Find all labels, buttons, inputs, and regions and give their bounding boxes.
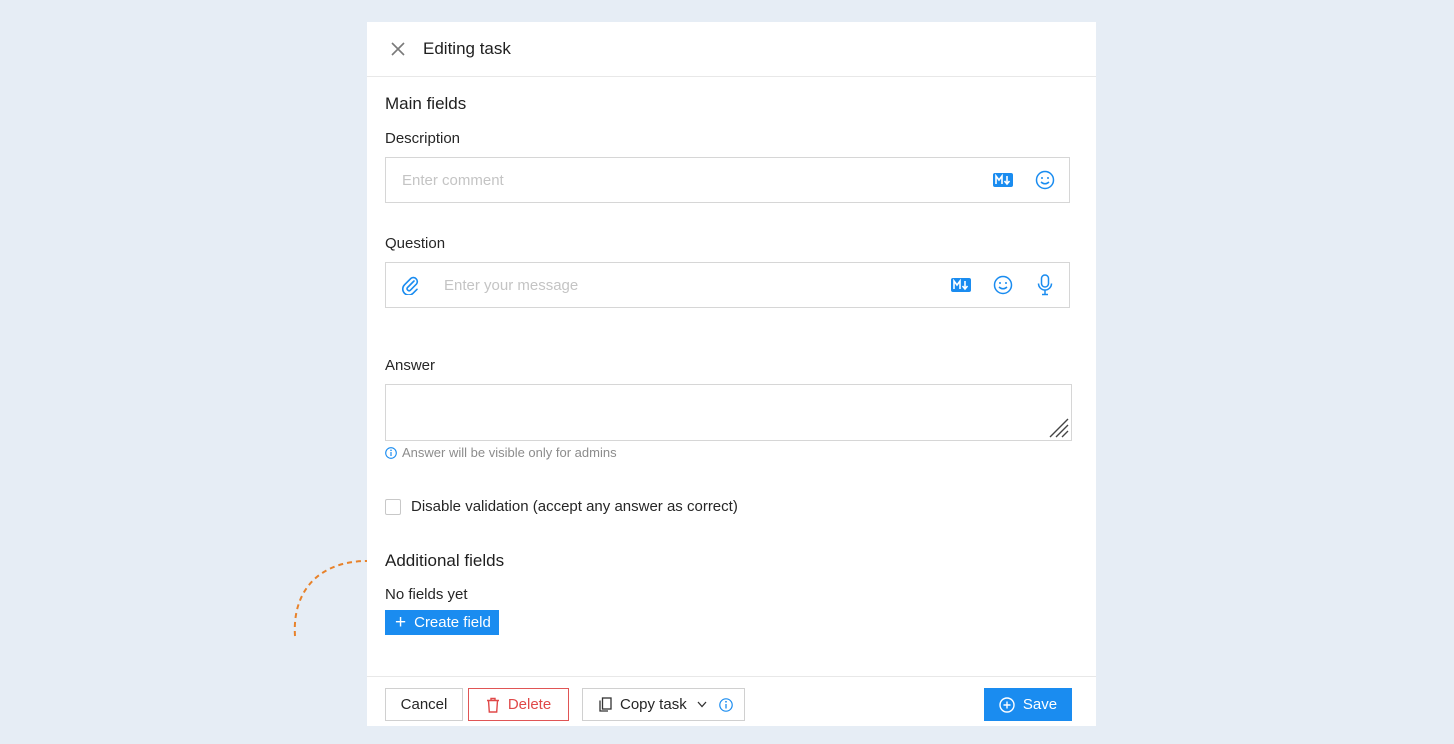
attach-button[interactable] xyxy=(398,273,422,297)
description-input[interactable] xyxy=(400,170,991,190)
info-icon xyxy=(385,446,397,459)
answer-hint-text: Answer will be visible only for admins xyxy=(402,445,617,460)
cancel-button[interactable]: Cancel xyxy=(385,688,463,721)
delete-label: Delete xyxy=(507,696,552,713)
answer-label: Answer xyxy=(385,357,436,374)
description-field-wrapper xyxy=(385,157,1070,203)
question-markdown-button[interactable] xyxy=(949,273,973,297)
panel-header: Editing task xyxy=(367,22,1096,77)
question-label: Question xyxy=(385,235,446,252)
chevron-down-icon[interactable] xyxy=(697,701,707,708)
question-input[interactable] xyxy=(442,275,949,295)
copy-icon xyxy=(599,697,612,712)
additional-fields-title: Additional fields xyxy=(385,551,505,570)
markdown-icon xyxy=(993,173,1013,187)
copy-task-button[interactable]: Copy task xyxy=(582,688,745,721)
copy-task-label: Copy task xyxy=(620,696,687,713)
delete-button[interactable]: Delete xyxy=(468,688,569,721)
create-field-label: Create field xyxy=(414,614,491,631)
question-field-wrapper xyxy=(385,262,1070,308)
cancel-label: Cancel xyxy=(400,696,448,713)
close-button[interactable] xyxy=(389,40,407,58)
description-markdown-button[interactable] xyxy=(991,168,1015,192)
panel-footer: Cancel Delete Copy task Save xyxy=(367,676,1096,727)
main-fields-title: Main fields xyxy=(385,94,467,113)
create-field-button[interactable]: + Create field xyxy=(385,610,499,635)
edit-task-panel: Editing task Main fields Description Ent… xyxy=(367,22,1096,726)
markdown-icon xyxy=(951,278,971,292)
answer-hint: Answer will be visible only for admins xyxy=(385,445,617,460)
plus-circle-icon xyxy=(999,696,1015,713)
disable-validation-label[interactable]: Disable validation (accept any answer as… xyxy=(411,498,738,515)
emoji-icon xyxy=(1035,170,1055,190)
close-icon xyxy=(391,42,405,56)
resize-handle-icon[interactable] xyxy=(1047,416,1069,438)
annotation-arrow-left xyxy=(293,559,371,637)
info-icon[interactable] xyxy=(718,697,733,712)
page-title: Editing task xyxy=(423,39,511,58)
disable-validation-row: Disable validation (accept any answer as… xyxy=(385,498,738,515)
question-emoji-button[interactable] xyxy=(991,273,1015,297)
trash-icon xyxy=(486,697,499,713)
microphone-icon xyxy=(1037,274,1053,296)
answer-textarea[interactable] xyxy=(386,385,1071,440)
disable-validation-checkbox[interactable] xyxy=(385,498,401,515)
emoji-icon xyxy=(993,275,1013,295)
description-emoji-button[interactable] xyxy=(1033,168,1057,192)
plus-icon: + xyxy=(395,612,407,633)
description-label: Description xyxy=(385,130,461,147)
answer-field-wrapper xyxy=(385,384,1072,441)
no-fields-text: No fields yet xyxy=(385,586,468,603)
paperclip-icon xyxy=(402,276,419,295)
voice-record-button[interactable] xyxy=(1033,273,1057,297)
save-label: Save xyxy=(1022,696,1058,713)
save-button[interactable]: Save xyxy=(984,688,1072,721)
